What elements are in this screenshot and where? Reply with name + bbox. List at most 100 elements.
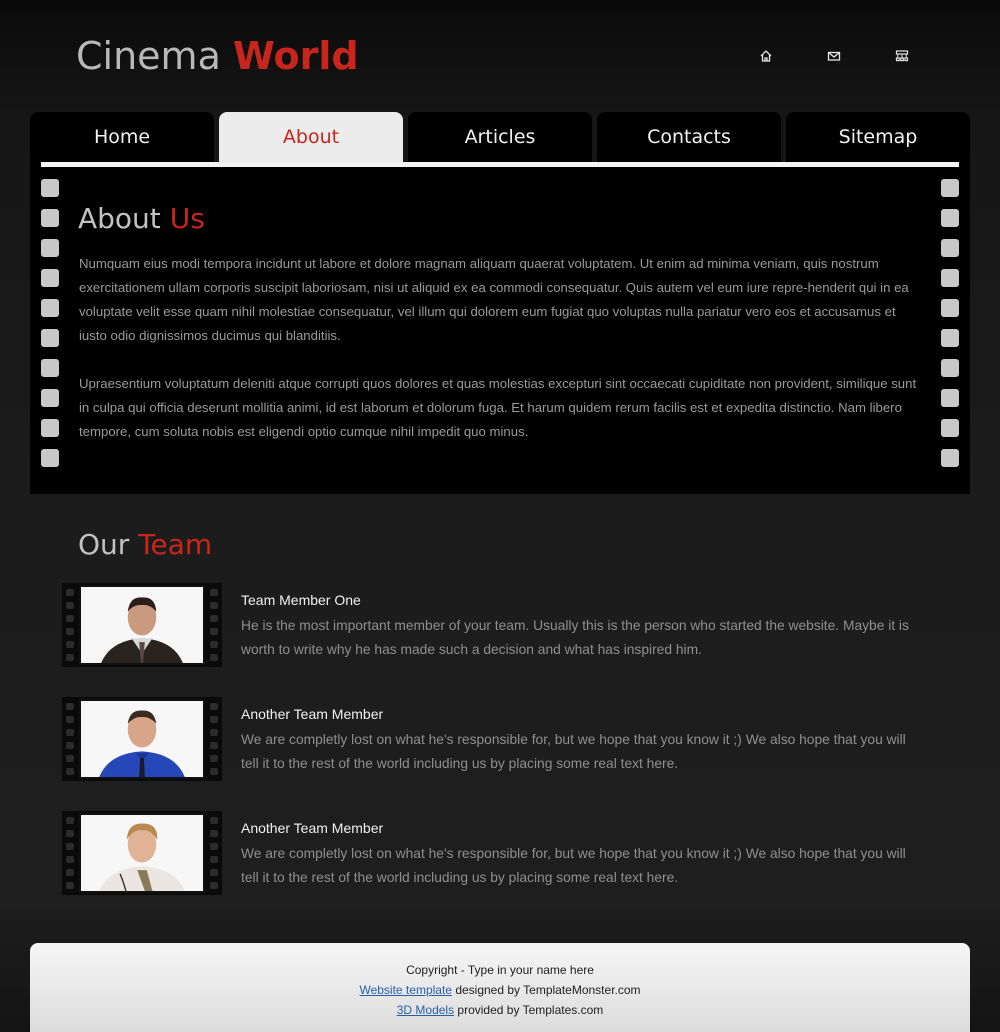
nav-divider bbox=[41, 162, 959, 167]
mail-icon[interactable] bbox=[823, 46, 845, 66]
film-hole bbox=[210, 654, 218, 661]
film-hole bbox=[210, 817, 218, 824]
film-hole bbox=[66, 615, 74, 622]
sprocket-hole bbox=[41, 209, 59, 227]
footer-line-2: Website template designed by TemplateMon… bbox=[30, 980, 970, 1000]
sprocket-hole bbox=[941, 239, 959, 257]
team-member: Another Team Member We are completly los… bbox=[62, 811, 922, 895]
film-hole bbox=[66, 856, 74, 863]
sprocket-hole bbox=[941, 209, 959, 227]
film-hole bbox=[210, 742, 218, 749]
sprocket-hole bbox=[941, 449, 959, 467]
film-hole bbox=[66, 716, 74, 723]
film-hole bbox=[66, 843, 74, 850]
team-title-word2: Team bbox=[138, 528, 213, 561]
sprocket-hole bbox=[941, 299, 959, 317]
logo-word-cinema: Cinema bbox=[76, 34, 221, 78]
sprocket-hole bbox=[941, 179, 959, 197]
team-member: Team Member One He is the most important… bbox=[62, 583, 922, 667]
sprocket-hole bbox=[41, 359, 59, 377]
sitemap-icon[interactable] bbox=[891, 46, 913, 66]
footer: Copyright - Type in your name here Websi… bbox=[30, 943, 970, 1032]
member-name: Another Team Member bbox=[241, 820, 384, 836]
sprocket-hole bbox=[41, 179, 59, 197]
footer-credit-2: provided by Templates.com bbox=[457, 1003, 604, 1017]
sprocket-hole bbox=[941, 419, 959, 437]
film-hole bbox=[66, 628, 74, 635]
member-description: We are completly lost on what he's respo… bbox=[241, 846, 906, 885]
film-hole bbox=[66, 768, 74, 775]
main-nav: Home About Articles Contacts Sitemap bbox=[30, 112, 970, 164]
sprocket-hole bbox=[41, 269, 59, 287]
footer-line-3: 3D Models provided by Templates.com bbox=[30, 1000, 970, 1020]
film-frame bbox=[62, 811, 222, 895]
film-hole bbox=[210, 703, 218, 710]
film-hole bbox=[66, 755, 74, 762]
film-hole bbox=[66, 589, 74, 596]
logo-word-world: World bbox=[232, 34, 359, 78]
member-photo bbox=[79, 699, 205, 779]
film-hole bbox=[66, 869, 74, 876]
film-hole bbox=[66, 602, 74, 609]
film-hole bbox=[210, 602, 218, 609]
sprocket-hole bbox=[941, 269, 959, 287]
sprocket-hole bbox=[41, 239, 59, 257]
website-template-link[interactable]: Website template bbox=[359, 983, 452, 997]
film-hole bbox=[66, 817, 74, 824]
footer-copyright: Copyright - Type in your name here bbox=[406, 963, 594, 977]
film-hole bbox=[210, 628, 218, 635]
film-hole bbox=[66, 882, 74, 889]
tab-articles[interactable]: Articles bbox=[408, 112, 592, 162]
film-hole bbox=[210, 830, 218, 837]
film-hole bbox=[210, 755, 218, 762]
sprocket-hole bbox=[41, 419, 59, 437]
tab-home[interactable]: Home bbox=[30, 112, 214, 162]
film-hole bbox=[66, 742, 74, 749]
film-hole bbox=[210, 615, 218, 622]
top-icon-bar bbox=[755, 46, 913, 66]
film-frame bbox=[62, 697, 222, 781]
team-title-word1: Our bbox=[78, 528, 130, 561]
sprocket-hole bbox=[941, 359, 959, 377]
sprocket-hole bbox=[41, 389, 59, 407]
film-frame bbox=[62, 583, 222, 667]
sprocket-hole bbox=[941, 389, 959, 407]
about-title-word1: About bbox=[78, 202, 161, 235]
team-member: Another Team Member We are completly los… bbox=[62, 697, 922, 781]
about-title-word2: Us bbox=[169, 202, 205, 235]
about-title: About Us bbox=[78, 202, 205, 236]
film-hole bbox=[66, 830, 74, 837]
film-hole bbox=[210, 843, 218, 850]
tab-contacts[interactable]: Contacts bbox=[597, 112, 781, 162]
tab-about[interactable]: About bbox=[219, 112, 403, 162]
film-hole bbox=[210, 641, 218, 648]
3d-models-link[interactable]: 3D Models bbox=[397, 1003, 454, 1017]
film-hole bbox=[210, 869, 218, 876]
tab-sitemap[interactable]: Sitemap bbox=[786, 112, 970, 162]
member-photo bbox=[79, 813, 205, 893]
film-hole bbox=[210, 716, 218, 723]
sprocket-hole bbox=[41, 329, 59, 347]
film-hole bbox=[210, 589, 218, 596]
film-hole bbox=[210, 882, 218, 889]
sprocket-hole bbox=[41, 299, 59, 317]
team-title: Our Team bbox=[78, 528, 212, 562]
member-name: Team Member One bbox=[241, 592, 361, 608]
home-icon[interactable] bbox=[755, 46, 777, 66]
film-hole bbox=[210, 856, 218, 863]
about-paragraph-2: Upraesentium voluptatum deleniti atque c… bbox=[79, 376, 917, 439]
film-hole bbox=[66, 641, 74, 648]
film-hole bbox=[66, 729, 74, 736]
member-description: We are completly lost on what he's respo… bbox=[241, 732, 906, 771]
member-photo bbox=[79, 585, 205, 665]
film-hole bbox=[210, 729, 218, 736]
member-name: Another Team Member bbox=[241, 706, 384, 722]
site-logo[interactable]: Cinema World bbox=[76, 34, 359, 78]
sprocket-hole bbox=[941, 329, 959, 347]
film-hole bbox=[210, 768, 218, 775]
member-description: He is the most important member of your … bbox=[241, 618, 909, 657]
sprocket-hole bbox=[41, 449, 59, 467]
film-hole bbox=[66, 703, 74, 710]
footer-credit-1: designed by TemplateMonster.com bbox=[455, 983, 641, 997]
film-hole bbox=[66, 654, 74, 661]
